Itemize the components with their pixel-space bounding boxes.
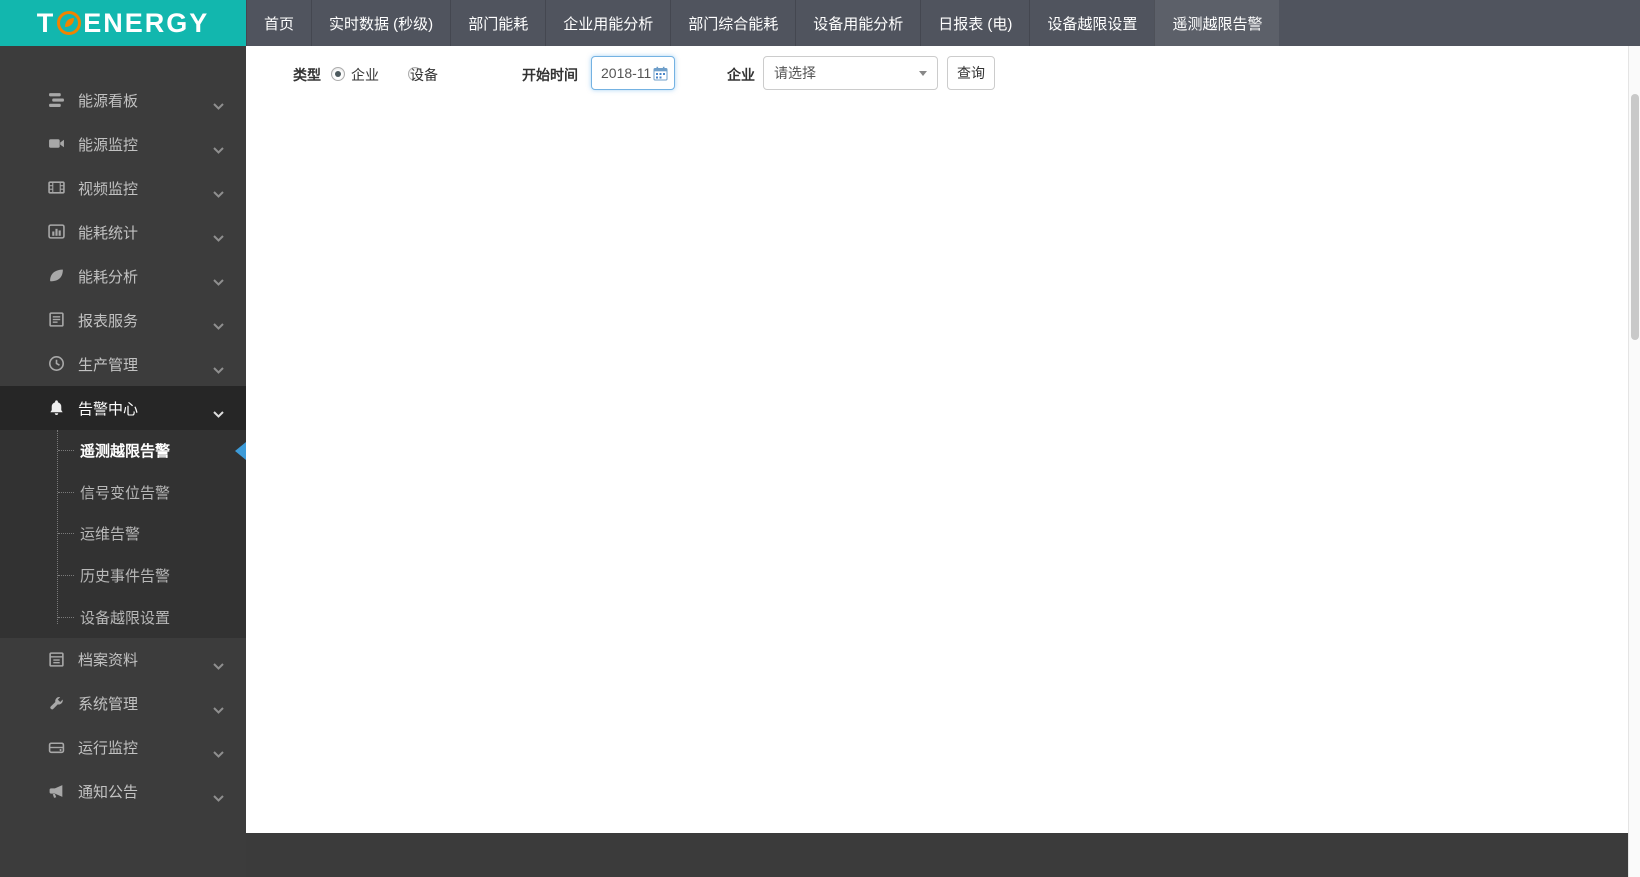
type-label: 类型 — [293, 65, 321, 85]
film-icon — [48, 179, 66, 197]
sidebar-subitem-label: 信号变位告警 — [80, 482, 170, 503]
company-label: 企业 — [727, 65, 755, 85]
leaf-at-icon — [56, 10, 82, 36]
sidebar-subitem-label: 设备越限设置 — [80, 607, 170, 628]
sidebar-subitem-3[interactable]: 运维告警 — [0, 513, 246, 555]
sidebar-item-label: 档案资料 — [78, 649, 138, 670]
sidebar-item-1[interactable]: 能源看板 — [0, 78, 246, 122]
sidebar-item-5[interactable]: 能耗分析 — [0, 254, 246, 298]
radio-device-label[interactable]: 设备 — [410, 65, 438, 85]
sidebar-submenu: 遥测越限告警信号变位告警运维告警历史事件告警设备越限设置 — [0, 430, 246, 638]
sidebar-item-label: 视频监控 — [78, 178, 138, 199]
sidebar-item-2[interactable]: 能源监控 — [0, 122, 246, 166]
sidebar-item-3[interactable]: 视频监控 — [0, 166, 246, 210]
chevron-down-icon — [213, 141, 224, 158]
sidebar-item-6[interactable]: 报表服务 — [0, 298, 246, 342]
leaf-icon — [48, 267, 66, 285]
clock-icon — [48, 355, 66, 373]
sidebar-item-8[interactable]: 告警中心 — [0, 386, 246, 430]
sidebar: 能源看板能源监控视频监控能耗统计能耗分析报表服务生产管理告警中心遥测越限告警信号… — [0, 46, 246, 877]
company-select-value: 请选择 — [774, 63, 919, 83]
chevron-down-icon — [213, 745, 224, 762]
sidebar-subitem-label: 遥测越限告警 — [80, 440, 170, 461]
sidebar-item-label: 报表服务 — [78, 310, 138, 331]
chevron-down-icon — [213, 97, 224, 114]
sidebar-item-7[interactable]: 生产管理 — [0, 342, 246, 386]
chevron-down-icon — [213, 405, 224, 422]
nav-item-5[interactable]: 部门综合能耗 — [670, 0, 795, 46]
logo-text-suffix: ENERGY — [83, 8, 209, 39]
sidebar-item-4[interactable]: 能耗统计 — [0, 210, 246, 254]
chevron-down-icon — [213, 789, 224, 806]
sidebar-subitem-5[interactable]: 设备越限设置 — [0, 596, 246, 638]
nav-item-1[interactable]: 首页 — [246, 0, 311, 46]
sidebar-item-label: 通知公告 — [78, 781, 138, 802]
bell-icon — [48, 399, 66, 417]
content-sheet — [246, 46, 1640, 833]
chevron-down-icon — [213, 701, 224, 718]
sidebar-subitem-label: 历史事件告警 — [80, 565, 170, 586]
dashboard-icon — [48, 91, 66, 109]
company-select[interactable]: 请选择 — [763, 56, 938, 90]
archive-icon — [48, 651, 66, 669]
drive-icon — [48, 739, 66, 757]
topbar: T ENERGY 首页实时数据 (秒级)部门能耗企业用能分析部门综合能耗设备用能… — [0, 0, 1640, 46]
sidebar-item-label: 能耗分析 — [78, 266, 138, 287]
megaphone-icon — [48, 783, 66, 801]
sidebar-item-11[interactable]: 运行监控 — [0, 726, 246, 770]
nav-item-2[interactable]: 实时数据 (秒级) — [311, 0, 450, 46]
chevron-down-icon — [213, 317, 224, 334]
nav-item-9[interactable]: 遥测越限告警 — [1154, 0, 1279, 46]
radio-company[interactable] — [331, 67, 345, 81]
bar-chart-icon — [48, 223, 66, 241]
chevron-down-icon — [213, 185, 224, 202]
sidebar-item-12[interactable]: 通知公告 — [0, 770, 246, 814]
logo-text-prefix: T — [37, 8, 56, 39]
start-time-value: 2018-11 — [601, 65, 653, 81]
sidebar-item-label: 告警中心 — [78, 398, 138, 419]
chevron-down-icon — [213, 273, 224, 290]
sidebar-item-label: 能源看板 — [78, 90, 138, 111]
sidebar-item-label: 系统管理 — [78, 693, 138, 714]
wrench-icon — [48, 695, 66, 713]
nav-item-3[interactable]: 部门能耗 — [450, 0, 545, 46]
sidebar-item-label: 能耗统计 — [78, 222, 138, 243]
app-logo: T ENERGY — [0, 0, 246, 46]
active-submenu-marker-icon — [235, 442, 246, 460]
nav-item-4[interactable]: 企业用能分析 — [545, 0, 670, 46]
app-root: { "topbar": { "logo": { "prefix": "T", "… — [0, 0, 1640, 877]
sidebar-item-label: 运行监控 — [78, 737, 138, 758]
sidebar-subitem-2[interactable]: 信号变位告警 — [0, 472, 246, 514]
nav-item-7[interactable]: 日报表 (电) — [920, 0, 1029, 46]
start-time-input[interactable]: 2018-11 — [591, 56, 675, 90]
sidebar-item-9[interactable]: 档案资料 — [0, 638, 246, 682]
sidebar-item-label: 能源监控 — [78, 134, 138, 155]
chevron-down-icon — [213, 229, 224, 246]
report-icon — [48, 311, 66, 329]
scrollbar-track[interactable] — [1628, 46, 1640, 877]
nav-item-8[interactable]: 设备越限设置 — [1029, 0, 1154, 46]
start-time-label: 开始时间 — [522, 65, 578, 85]
sidebar-subitem-4[interactable]: 历史事件告警 — [0, 555, 246, 597]
sidebar-item-10[interactable]: 系统管理 — [0, 682, 246, 726]
chevron-down-icon — [213, 361, 224, 378]
sidebar-item-label: 生产管理 — [78, 354, 138, 375]
top-nav: 首页实时数据 (秒级)部门能耗企业用能分析部门综合能耗设备用能分析日报表 (电)… — [246, 0, 1279, 46]
radio-company-label[interactable]: 企业 — [351, 65, 379, 85]
chevron-down-icon — [213, 657, 224, 674]
sidebar-subitem-label: 运维告警 — [80, 523, 140, 544]
camera-icon — [48, 135, 66, 153]
scrollbar-thumb[interactable] — [1631, 94, 1639, 340]
nav-item-6[interactable]: 设备用能分析 — [795, 0, 920, 46]
sidebar-subitem-1[interactable]: 遥测越限告警 — [0, 430, 246, 472]
query-button[interactable]: 查询 — [947, 56, 995, 90]
select-caret-icon — [919, 71, 927, 76]
calendar-icon[interactable] — [653, 66, 668, 81]
